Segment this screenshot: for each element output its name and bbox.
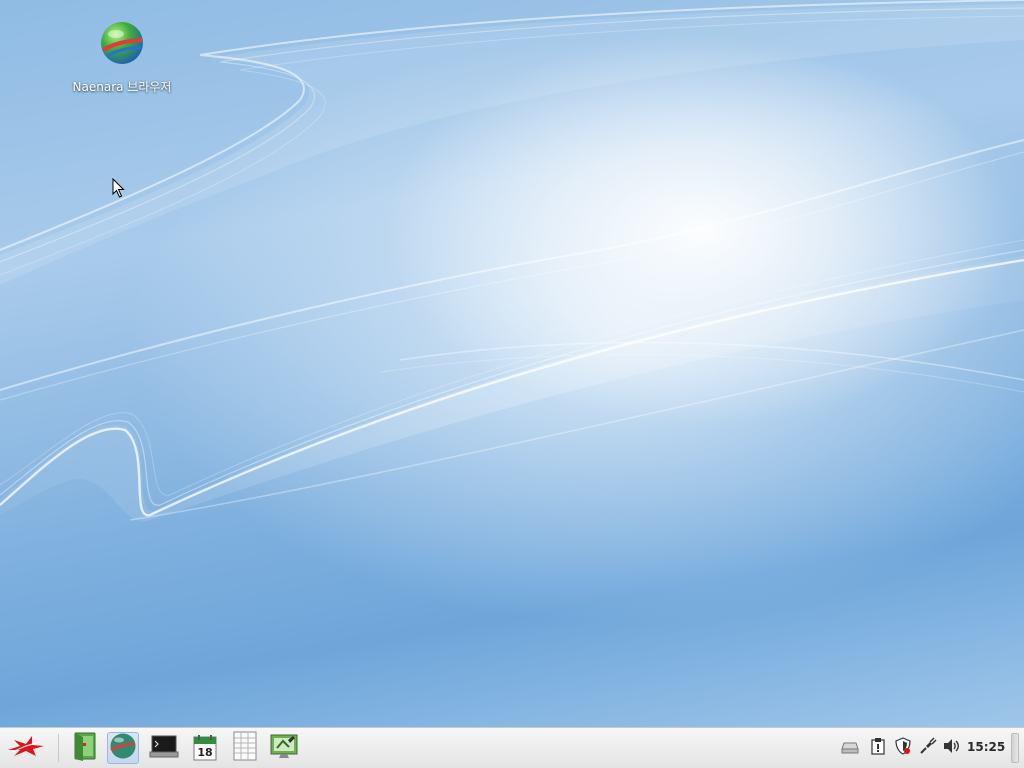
red-star-menu-icon [6, 734, 46, 762]
terminal-icon [149, 733, 179, 763]
system-settings-icon [269, 732, 299, 764]
tray-volume[interactable] [942, 738, 962, 758]
security-shield-icon [895, 737, 911, 759]
spreadsheet-icon [232, 731, 258, 765]
show-desktop-handle[interactable] [1011, 733, 1019, 763]
network-connection-icon [919, 737, 937, 759]
taskbar-clock[interactable]: 15:25 [967, 740, 1005, 754]
calendar-icon: 18 [191, 734, 219, 762]
desktop-icon-naenara-browser[interactable]: Naenara 브라우저 [62, 20, 182, 95]
naenara-browser-globe-icon [109, 732, 137, 764]
tray-removable-drive[interactable] [840, 738, 860, 758]
calendar-day: 18 [197, 746, 213, 759]
launcher-spreadsheet[interactable] [229, 731, 261, 765]
removable-drive-icon [841, 739, 859, 758]
desktop[interactable]: Naenara 브라우저 [0, 0, 1024, 727]
clipboard-icon [871, 737, 885, 759]
start-menu-button[interactable] [4, 732, 48, 764]
launcher-system-settings[interactable] [268, 732, 300, 764]
launcher-naenara-browser[interactable] [107, 732, 139, 764]
tray-network[interactable] [918, 737, 938, 759]
wallpaper-waves [0, 0, 1024, 522]
launcher-terminal[interactable] [148, 732, 180, 764]
tray-clipboard[interactable] [868, 738, 888, 758]
launcher-file-manager[interactable] [69, 732, 101, 764]
taskbar: 18 15:25 [0, 727, 1024, 768]
volume-icon [943, 738, 961, 758]
taskbar-separator [58, 734, 59, 762]
naenara-browser-globe-icon [62, 20, 182, 70]
launcher-calendar[interactable]: 18 [189, 732, 221, 764]
mouse-pointer-icon [112, 177, 126, 202]
file-manager-icon [71, 731, 99, 765]
desktop-icon-label: Naenara 브라우저 [72, 80, 172, 94]
tray-security[interactable] [893, 737, 913, 759]
